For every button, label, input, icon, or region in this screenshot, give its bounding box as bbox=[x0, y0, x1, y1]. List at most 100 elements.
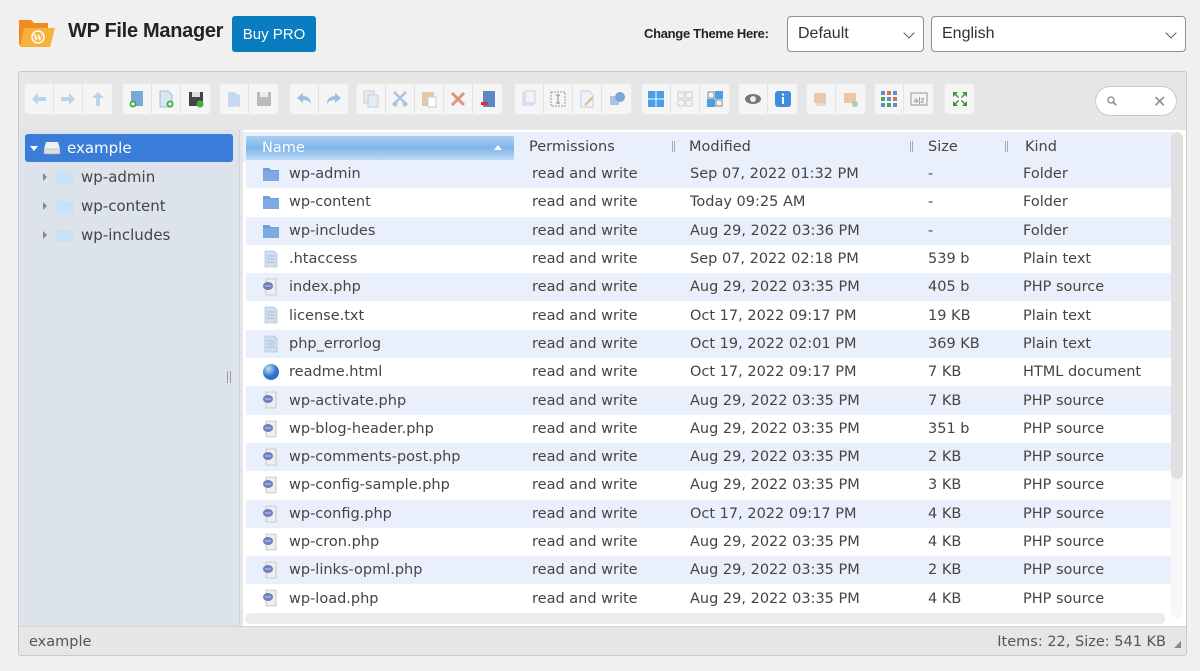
file-row[interactable]: wp-links-opml.php read and write Aug 29, 2… bbox=[246, 556, 1173, 585]
back-icon bbox=[32, 93, 46, 105]
tree-item-wp-includes[interactable]: wp-includes bbox=[43, 223, 170, 247]
up-button[interactable] bbox=[83, 84, 112, 114]
invert-selection-button[interactable] bbox=[700, 84, 729, 114]
file-kind: Folder bbox=[1023, 166, 1068, 183]
file-row[interactable]: wp-blog-header.php read and write Aug 29, … bbox=[246, 415, 1173, 443]
search-input[interactable]: ✕ bbox=[1095, 86, 1177, 116]
file-rows: wp-admin read and write Sep 07, 2022 01:32… bbox=[246, 160, 1173, 613]
edit-button[interactable] bbox=[573, 84, 602, 114]
new-folder-button[interactable] bbox=[123, 84, 152, 114]
download-icon bbox=[256, 92, 271, 106]
extract-button[interactable] bbox=[807, 84, 836, 114]
scrollbar-thumb[interactable] bbox=[1171, 132, 1183, 479]
upload-button[interactable] bbox=[181, 84, 210, 114]
preview-button[interactable] bbox=[739, 84, 768, 114]
extract-icon bbox=[814, 93, 826, 106]
tree-item-example[interactable]: example bbox=[25, 134, 233, 162]
paste-button[interactable] bbox=[415, 84, 444, 114]
redo-button[interactable] bbox=[319, 84, 348, 114]
copy-button[interactable] bbox=[357, 84, 386, 114]
back-button[interactable] bbox=[25, 84, 54, 114]
column-header-permissions[interactable]: Permissions bbox=[515, 132, 675, 162]
sort-button[interactable]: a|z bbox=[904, 84, 933, 114]
file-kind: Plain text bbox=[1023, 307, 1092, 324]
file-row[interactable]: wp-activate.php read and write Aug 29, 202… bbox=[246, 386, 1173, 415]
collapse-arrow-icon[interactable] bbox=[43, 231, 47, 239]
resize-button[interactable] bbox=[602, 84, 631, 114]
file-row[interactable]: license.txt read and write Oct 17, 2022 09… bbox=[246, 301, 1173, 329]
language-select[interactable]: English bbox=[931, 16, 1186, 52]
file-size: - bbox=[928, 166, 934, 183]
view-button[interactable] bbox=[875, 84, 904, 114]
file-permissions: read and write bbox=[532, 534, 638, 550]
file-name: wp-blog-header.php bbox=[289, 420, 434, 437]
forward-button[interactable] bbox=[54, 84, 83, 114]
new-folder-icon bbox=[129, 91, 143, 108]
column-header-kind[interactable]: Kind bbox=[1008, 132, 1178, 162]
file-row[interactable]: index.php read and write Aug 29, 2022 03:3… bbox=[246, 273, 1173, 302]
file-name: php_errorlog bbox=[289, 335, 382, 352]
column-header-size[interactable]: Size bbox=[913, 132, 1008, 162]
archive-icon bbox=[843, 93, 858, 107]
sort-ascending-icon bbox=[494, 145, 502, 150]
buy-pro-button[interactable]: Buy PRO bbox=[232, 16, 316, 52]
collapse-arrow-icon[interactable] bbox=[43, 202, 47, 210]
file-row[interactable]: php_errorlog read and write Oct 19, 2022 0… bbox=[246, 329, 1173, 359]
fullscreen-button[interactable] bbox=[945, 84, 974, 114]
download-button[interactable] bbox=[249, 84, 278, 114]
theme-select[interactable]: Default bbox=[787, 16, 924, 52]
toolbar-group-archive bbox=[807, 84, 865, 114]
file-row[interactable]: wp-cron.php read and write Aug 29, 2022 03… bbox=[246, 528, 1173, 556]
file-size: 2 KB bbox=[928, 449, 962, 466]
horizontal-scrollbar[interactable] bbox=[245, 613, 1165, 624]
file-kind: PHP source bbox=[1023, 449, 1105, 466]
empty-button[interactable] bbox=[473, 84, 502, 114]
open-button[interactable] bbox=[220, 84, 249, 114]
resize-grip-icon[interactable] bbox=[1174, 641, 1181, 648]
file-modified: Today 09:25 AM bbox=[690, 194, 806, 211]
toolbar-group-info bbox=[739, 84, 797, 114]
file-kind: PHP source bbox=[1023, 477, 1105, 494]
file-permissions: read and write bbox=[532, 590, 638, 607]
file-row[interactable]: wp-config-sample.php read and write Aug 29… bbox=[246, 471, 1173, 499]
clear-search-icon[interactable]: ✕ bbox=[1153, 92, 1166, 111]
select-all-button[interactable] bbox=[642, 84, 671, 114]
file-modified: Aug 29, 2022 03:35 PM bbox=[690, 477, 860, 494]
file-name: wp-activate.php bbox=[289, 392, 407, 409]
file-row[interactable]: .htaccess read and write Sep 07, 2022 02:1… bbox=[246, 245, 1173, 273]
collapse-arrow-icon[interactable] bbox=[43, 173, 47, 181]
file-row[interactable]: wp-config.php read and write Oct 17, 2022 … bbox=[246, 499, 1173, 528]
folder-icon bbox=[56, 171, 74, 184]
cut-button[interactable] bbox=[386, 84, 415, 114]
info-button[interactable] bbox=[768, 84, 797, 114]
file-modified: Aug 29, 2022 03:35 PM bbox=[690, 562, 860, 579]
duplicate-button[interactable] bbox=[515, 84, 544, 114]
tree-item-wp-admin[interactable]: wp-admin bbox=[43, 165, 155, 189]
column-header-name[interactable]: Name bbox=[246, 136, 514, 160]
file-modified: Oct 19, 2022 02:01 PM bbox=[690, 335, 857, 352]
expand-arrow-icon[interactable] bbox=[30, 145, 38, 151]
file-row[interactable]: readme.html read and write Oct 17, 2022 09… bbox=[246, 358, 1173, 386]
delete-button[interactable] bbox=[444, 84, 473, 114]
file-size: - bbox=[928, 222, 934, 239]
select-none-button[interactable] bbox=[671, 84, 700, 114]
select-none-icon bbox=[677, 91, 693, 107]
vertical-scrollbar[interactable] bbox=[1171, 132, 1183, 618]
file-row[interactable]: wp-admin read and write Sep 07, 2022 01:32… bbox=[246, 160, 1173, 189]
file-row[interactable]: wp-load.php read and write Aug 29, 2022 03… bbox=[246, 584, 1173, 612]
file-row[interactable]: wp-includes read and write Aug 29, 2022 03… bbox=[246, 216, 1173, 245]
tree-item-wp-content[interactable]: wp-content bbox=[43, 194, 166, 218]
items-summary: Items: 22, Size: 541 KB bbox=[997, 634, 1166, 650]
file-row[interactable]: wp-comments-post.php read and write Aug 29… bbox=[246, 442, 1173, 472]
file-name: wp-comments-post.php bbox=[289, 449, 461, 466]
folder-icon bbox=[56, 200, 74, 213]
file-size: 7 KB bbox=[928, 364, 962, 381]
rename-button[interactable] bbox=[544, 84, 573, 114]
archive-button[interactable] bbox=[836, 84, 865, 114]
tree-resize-handle[interactable] bbox=[227, 371, 231, 383]
file-row[interactable]: wp-content read and write Today 09:25 AM - F… bbox=[246, 188, 1173, 216]
undo-button[interactable] bbox=[290, 84, 319, 114]
app-title: WP File Manager bbox=[68, 20, 224, 42]
column-header-modified[interactable]: Modified bbox=[675, 132, 913, 162]
new-file-button[interactable] bbox=[152, 84, 181, 114]
